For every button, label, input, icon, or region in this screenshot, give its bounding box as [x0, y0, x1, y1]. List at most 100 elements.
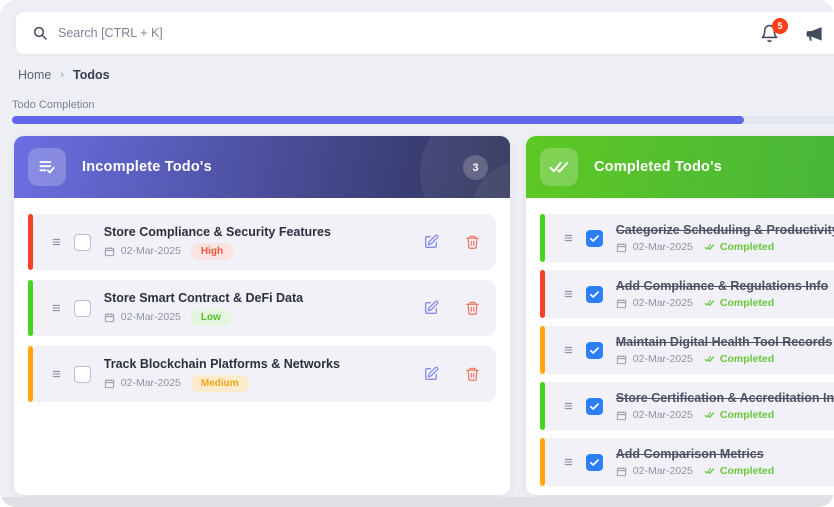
- completed-header-chip: [540, 148, 578, 186]
- horizontal-scrollbar[interactable]: [0, 497, 834, 507]
- todo-text: Store Certification & Accreditation Info…: [616, 391, 834, 421]
- double-check-icon: [703, 354, 716, 364]
- todo-checkbox-checked[interactable]: [586, 342, 603, 359]
- notifications-button[interactable]: 5: [760, 24, 779, 43]
- double-check-icon: [703, 242, 716, 252]
- breadcrumb: Home › Todos: [18, 68, 110, 82]
- todo-date: 02-Mar-2025: [121, 245, 181, 257]
- chevron-right-icon: ›: [60, 69, 64, 81]
- completed-status: Completed: [703, 465, 774, 477]
- todo-meta: 02-Mar-2025 High: [104, 243, 331, 260]
- breadcrumb-current: Todos: [73, 68, 110, 82]
- todo-checkbox-checked[interactable]: [586, 398, 603, 415]
- todo-checkbox-checked[interactable]: [586, 286, 603, 303]
- todo-meta: 02-Mar-2025 Completed: [616, 297, 829, 309]
- edit-todo-button[interactable]: [423, 234, 439, 250]
- drag-handle-icon[interactable]: ≡: [564, 399, 573, 414]
- todo-text: Store Smart Contract & DeFi Data 02-Mar-…: [104, 291, 303, 326]
- calendar-icon: [104, 246, 115, 257]
- delete-todo-button[interactable]: [465, 300, 480, 316]
- todo-date: 02-Mar-2025: [633, 297, 693, 309]
- todo-checkbox[interactable]: [74, 366, 91, 383]
- todo-checkbox-checked[interactable]: [586, 454, 603, 471]
- todo-title: Store Smart Contract & DeFi Data: [104, 291, 303, 305]
- todo-text: Track Blockchain Platforms & Networks 02…: [104, 357, 340, 392]
- priority-accent-strip: [28, 214, 33, 270]
- trash-icon: [465, 300, 480, 316]
- drag-handle-icon[interactable]: ≡: [52, 367, 61, 382]
- completed-status: Completed: [703, 353, 774, 365]
- double-check-icon: [703, 466, 716, 476]
- double-check-icon: [703, 410, 716, 420]
- delete-todo-button[interactable]: [465, 366, 480, 382]
- priority-accent-strip: [540, 270, 545, 318]
- todo-checkbox-checked[interactable]: [586, 230, 603, 247]
- completed-todos-card: Completed Todo's ≡ Categorize Scheduling…: [526, 136, 834, 495]
- edit-icon: [423, 234, 439, 250]
- page-content: 5 Home › Todos Todo Completion: [0, 0, 834, 507]
- todo-title: Store Compliance & Security Features: [104, 225, 331, 239]
- drag-handle-icon[interactable]: ≡: [564, 287, 573, 302]
- calendar-icon: [104, 312, 115, 323]
- incomplete-count-badge: 3: [463, 155, 488, 180]
- double-check-icon: [549, 157, 569, 177]
- edit-todo-button[interactable]: [423, 366, 439, 382]
- calendar-icon: [616, 410, 627, 421]
- todo-item: ≡ Maintain Digital Health Tool Records 0…: [540, 326, 834, 374]
- drag-handle-icon[interactable]: ≡: [564, 455, 573, 470]
- todo-item: ≡ Categorize Scheduling & Productivity A…: [540, 214, 834, 262]
- todo-text: Add Comparison Metrics 02-Mar-2025 Compl…: [616, 447, 774, 477]
- todo-title: Categorize Scheduling & Productivity App…: [616, 223, 834, 237]
- completed-status: Completed: [703, 409, 774, 421]
- completed-todo-list: ≡ Categorize Scheduling & Productivity A…: [526, 198, 834, 502]
- incomplete-todos-card: Incomplete Todo's 3 ≡ Store Compliance &…: [14, 136, 510, 495]
- todo-item: ≡ Store Compliance & Security Features 0…: [28, 214, 496, 270]
- todo-date: 02-Mar-2025: [121, 311, 181, 323]
- todo-item: ≡ Track Blockchain Platforms & Networks …: [28, 346, 496, 402]
- todo-title: Store Certification & Accreditation Info: [616, 391, 834, 405]
- todo-meta: 02-Mar-2025 Completed: [616, 353, 832, 365]
- priority-accent-strip: [540, 326, 545, 374]
- completed-status-label: Completed: [720, 297, 774, 309]
- priority-badge: High: [191, 243, 233, 260]
- completed-panel-title: Completed Todo's: [594, 159, 722, 175]
- check-icon: [589, 345, 600, 356]
- edit-icon: [423, 366, 439, 382]
- priority-accent-strip: [28, 346, 33, 402]
- todo-text: Maintain Digital Health Tool Records 02-…: [616, 335, 832, 365]
- edit-todo-button[interactable]: [423, 300, 439, 316]
- search-input[interactable]: [58, 26, 378, 40]
- drag-handle-icon[interactable]: ≡: [52, 235, 61, 250]
- todo-completion-progressbar: [12, 116, 834, 124]
- priority-badge: Medium: [191, 375, 249, 392]
- drag-handle-icon[interactable]: ≡: [564, 231, 573, 246]
- drag-handle-icon[interactable]: ≡: [564, 343, 573, 358]
- delete-todo-button[interactable]: [465, 234, 480, 250]
- todo-title: Add Compliance & Regulations Info: [616, 279, 829, 293]
- todo-checkbox[interactable]: [74, 300, 91, 317]
- search-bar: 5: [16, 12, 834, 54]
- calendar-icon: [616, 242, 627, 253]
- completed-status-label: Completed: [720, 241, 774, 253]
- incomplete-todo-list: ≡ Store Compliance & Security Features 0…: [14, 198, 510, 418]
- priority-badge: Low: [191, 309, 231, 326]
- check-icon: [589, 233, 600, 244]
- trash-icon: [465, 234, 480, 250]
- completed-status: Completed: [703, 297, 774, 309]
- calendar-icon: [616, 466, 627, 477]
- check-icon: [589, 457, 600, 468]
- edit-icon: [423, 300, 439, 316]
- announcements-button[interactable]: [805, 24, 824, 43]
- todo-meta: 02-Mar-2025 Medium: [104, 375, 340, 392]
- todo-checkbox[interactable]: [74, 234, 91, 251]
- todo-date: 02-Mar-2025: [633, 353, 693, 365]
- breadcrumb-home[interactable]: Home: [18, 68, 51, 82]
- drag-handle-icon[interactable]: ≡: [52, 301, 61, 316]
- priority-accent-strip: [28, 280, 33, 336]
- todo-text: Add Compliance & Regulations Info 02-Mar…: [616, 279, 829, 309]
- search-icon: [32, 25, 48, 41]
- todo-date: 02-Mar-2025: [633, 465, 693, 477]
- panels-row: Incomplete Todo's 3 ≡ Store Compliance &…: [14, 136, 834, 495]
- completed-status-label: Completed: [720, 465, 774, 477]
- check-icon: [589, 289, 600, 300]
